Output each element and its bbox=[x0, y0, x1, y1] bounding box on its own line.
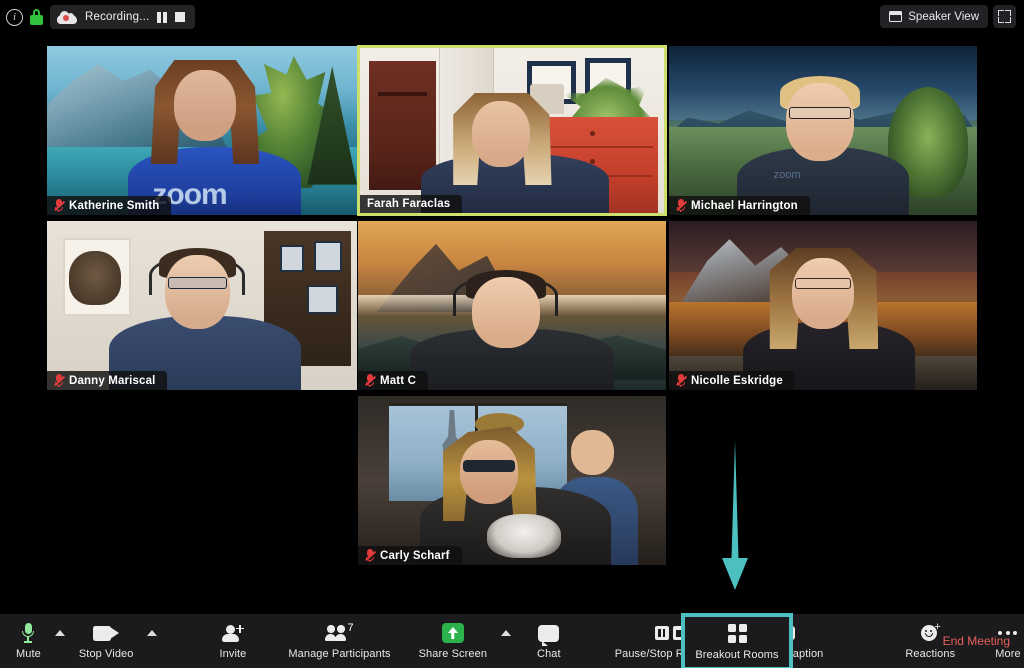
muted-mic-icon bbox=[365, 549, 376, 562]
fullscreen-icon[interactable] bbox=[993, 5, 1016, 28]
video-options-chevron-up-icon[interactable] bbox=[141, 614, 163, 668]
video-feed bbox=[47, 221, 357, 390]
share-screen-button[interactable]: Share Screen bbox=[411, 614, 495, 668]
pause-icon[interactable] bbox=[157, 11, 167, 23]
chat-button[interactable]: Chat bbox=[529, 614, 569, 668]
manage-participants-button[interactable]: 7 Manage Participants bbox=[280, 614, 398, 668]
muted-mic-icon bbox=[54, 199, 65, 212]
speaker-view-button[interactable]: Speaker View bbox=[880, 5, 988, 28]
stop-video-label: Stop Video bbox=[78, 648, 134, 660]
video-feed bbox=[360, 48, 664, 213]
lock-icon[interactable] bbox=[30, 9, 43, 25]
chat-bubble-icon bbox=[538, 624, 560, 646]
stop-icon[interactable] bbox=[174, 12, 185, 22]
participant-tile-katherine-smith[interactable]: zoom Katherine Smith bbox=[46, 45, 358, 216]
video-feed bbox=[358, 221, 666, 390]
audio-options-chevron-up-icon[interactable] bbox=[49, 614, 71, 668]
muted-mic-icon bbox=[365, 374, 376, 387]
participant-tile-matt-c[interactable]: Matt C bbox=[357, 220, 667, 391]
participant-tile-nicolle-eskridge[interactable]: Nicolle Eskridge bbox=[668, 220, 978, 391]
participant-name: Nicolle Eskridge bbox=[691, 374, 783, 387]
recording-indicator: Recording... bbox=[50, 5, 195, 29]
participant-name-badge: Michael Harrington bbox=[669, 196, 810, 215]
participant-name-badge: Katherine Smith bbox=[47, 196, 172, 215]
breakout-rooms-button[interactable]: Breakout Rooms bbox=[681, 613, 793, 668]
participant-tile-danny-mariscal[interactable]: Danny Mariscal bbox=[46, 220, 358, 391]
share-screen-icon bbox=[441, 623, 464, 643]
people-icon: 7 bbox=[325, 622, 354, 641]
muted-mic-icon bbox=[676, 199, 687, 212]
video-feed: zoom bbox=[47, 46, 357, 215]
participant-name-badge: Danny Mariscal bbox=[47, 371, 168, 390]
muted-mic-icon bbox=[54, 374, 65, 387]
video-feed bbox=[358, 396, 666, 565]
more-label: More bbox=[995, 648, 1021, 660]
participant-name-badge: Matt C bbox=[358, 371, 429, 390]
invite-label: Invite bbox=[219, 648, 247, 660]
participant-tile-michael-harrington[interactable]: zoom Michael Harrington bbox=[668, 45, 978, 216]
add-person-icon bbox=[221, 624, 244, 642]
pointer-arrow bbox=[712, 440, 758, 598]
participant-name: Katherine Smith bbox=[69, 199, 160, 212]
smiley-plus-icon: + bbox=[920, 621, 941, 643]
mute-button[interactable]: Mute bbox=[8, 614, 49, 668]
cloud-recording-icon bbox=[57, 10, 77, 24]
participant-name: Farah Faraclas bbox=[367, 198, 451, 210]
layout-icon bbox=[889, 11, 903, 22]
microphone-icon bbox=[22, 623, 35, 643]
invite-button[interactable]: Invite bbox=[211, 614, 254, 668]
participant-name: Danny Mariscal bbox=[69, 374, 156, 387]
grid-squares-icon bbox=[727, 624, 747, 643]
stop-video-button[interactable]: Stop Video bbox=[71, 614, 142, 668]
participant-name: Michael Harrington bbox=[691, 199, 798, 212]
muted-mic-icon bbox=[676, 374, 687, 387]
speaker-view-label: Speaker View bbox=[908, 10, 979, 23]
chat-label: Chat bbox=[537, 648, 561, 660]
zoom-meeting-window: i Recording... Speaker View zoom Katheri… bbox=[0, 0, 1024, 668]
camera-icon bbox=[93, 625, 120, 641]
participant-name-badge: Farah Faraclas bbox=[360, 195, 463, 213]
participant-tile-farah-faraclas[interactable]: Farah Faraclas bbox=[357, 45, 667, 216]
video-feed: zoom bbox=[669, 46, 977, 215]
top-bar-left-group: i Recording... bbox=[6, 5, 195, 29]
meeting-top-bar: i Recording... Speaker View bbox=[0, 0, 1024, 34]
participant-name: Matt C bbox=[380, 374, 417, 387]
breakout-rooms-label: Breakout Rooms bbox=[695, 649, 779, 661]
recording-label: Recording... bbox=[85, 11, 150, 23]
participant-name: Carly Scharf bbox=[380, 549, 450, 562]
info-icon[interactable]: i bbox=[6, 8, 23, 26]
participant-name-badge: Carly Scharf bbox=[358, 546, 462, 565]
meeting-toolbar: Mute Stop Video Invite 7 Manage Particip… bbox=[0, 614, 1024, 668]
participant-name-badge: Nicolle Eskridge bbox=[669, 371, 795, 390]
video-feed bbox=[669, 221, 977, 390]
top-bar-right-group: Speaker View bbox=[880, 5, 1016, 28]
participant-tile-carly-scharf[interactable]: Carly Scharf bbox=[357, 395, 667, 566]
share-options-chevron-up-icon[interactable] bbox=[495, 614, 517, 668]
mute-label: Mute bbox=[16, 648, 41, 660]
manage-participants-label: Manage Participants bbox=[288, 648, 391, 660]
end-meeting-button[interactable]: End Meeting bbox=[943, 634, 1010, 648]
video-grid: zoom Katherine Smith Farah Faraclas zoom… bbox=[0, 34, 1024, 614]
participant-count-badge: 7 bbox=[347, 622, 354, 634]
share-screen-label: Share Screen bbox=[418, 648, 488, 660]
reactions-label: Reactions bbox=[905, 648, 956, 660]
